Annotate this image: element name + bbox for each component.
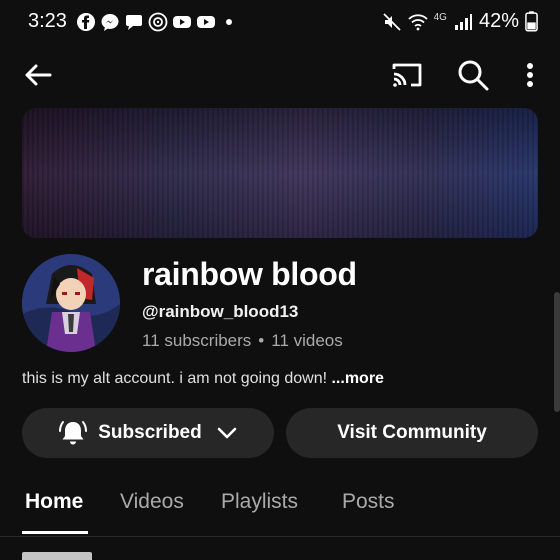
channel-description[interactable]: this is my alt account. i am not going d… <box>22 370 384 388</box>
chat-icon <box>126 15 142 30</box>
tabs-divider <box>0 536 560 537</box>
battery-percent: 42% <box>478 10 519 32</box>
app-bar <box>0 50 560 100</box>
channel-name: rainbow blood <box>142 256 357 292</box>
channel-banner <box>22 108 538 238</box>
scroll-handle[interactable] <box>554 292 560 412</box>
channel-handle: @rainbow_blood13 <box>142 302 299 321</box>
channel-stats: 11 subscribers • 11 videos <box>142 331 343 351</box>
mute-icon <box>382 12 401 31</box>
tab-home[interactable]: Home <box>25 490 83 514</box>
tab-playlists[interactable]: Playlists <box>221 490 298 514</box>
subscribed-button[interactable]: Subscribed <box>22 408 274 458</box>
bell-icon <box>59 421 88 445</box>
description-text: this is my alt account. i am not going d… <box>22 370 332 387</box>
description-more-link[interactable]: ...more <box>331 370 383 387</box>
tab-videos[interactable]: Videos <box>120 490 184 514</box>
status-indicators: 4G 42% <box>382 10 538 33</box>
section-heading-peek <box>22 552 92 560</box>
subscriber-count: 11 subscribers <box>142 331 252 350</box>
back-arrow-icon[interactable] <box>22 60 54 90</box>
visit-community-label: Visit Community <box>337 422 487 443</box>
network-type: 4G <box>433 12 447 23</box>
stats-separator: • <box>258 331 265 350</box>
video-count: 11 videos <box>271 331 343 350</box>
threads-icon <box>148 12 168 32</box>
channel-tabs: Home Videos Playlists Posts <box>0 478 560 536</box>
channel-avatar[interactable] <box>22 254 120 352</box>
status-bar: 3:23 4G 42% <box>0 0 560 44</box>
search-icon[interactable] <box>456 58 490 92</box>
active-tab-indicator <box>22 531 88 534</box>
youtube-icon <box>173 16 191 28</box>
cast-icon[interactable] <box>390 60 424 90</box>
status-time: 3:23 <box>28 10 67 32</box>
more-vert-icon[interactable] <box>516 60 544 90</box>
signal-icon <box>454 13 472 30</box>
chevron-down-icon <box>217 427 237 439</box>
facebook-icon <box>77 13 95 31</box>
wifi-icon <box>407 13 428 30</box>
notification-icons <box>76 12 232 32</box>
more-notifications-dot <box>226 19 232 25</box>
tab-posts[interactable]: Posts <box>342 490 395 514</box>
youtube-icon <box>197 16 215 28</box>
avatar-image <box>22 254 120 352</box>
messenger-icon <box>101 14 119 31</box>
subscribed-label: Subscribed <box>98 422 202 443</box>
visit-community-button[interactable]: Visit Community <box>286 408 538 458</box>
battery-icon <box>525 11 538 32</box>
